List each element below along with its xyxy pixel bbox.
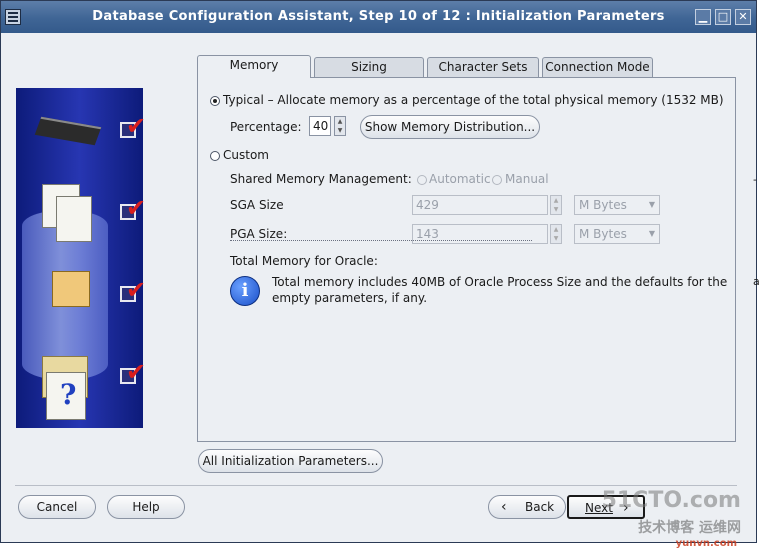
automatic-radio[interactable]: [417, 175, 427, 185]
checkmark-icon: ✔: [126, 358, 147, 386]
chevron-left-icon: ‹: [501, 499, 507, 515]
pga-unit-select[interactable]: M Bytes ▼: [574, 224, 660, 244]
dbca-window: Database Configuration Assistant, Step 1…: [0, 0, 759, 543]
sga-unit-select[interactable]: M Bytes ▼: [574, 195, 660, 215]
show-memory-distribution-button[interactable]: Show Memory Distribution...: [360, 115, 540, 139]
edge-text: -: [753, 173, 757, 186]
close-button[interactable]: ✕: [735, 9, 751, 25]
automatic-label: Automatic: [429, 172, 491, 186]
back-button-label: Back: [525, 500, 555, 514]
spinner-down-icon[interactable]: ▼: [551, 234, 561, 243]
spinner-up-icon[interactable]: ▲: [551, 196, 561, 205]
info-icon: i: [230, 276, 260, 306]
title-bar: Database Configuration Assistant, Step 1…: [1, 1, 756, 34]
custom-label: Custom: [223, 148, 269, 162]
shapes-icon: [52, 271, 90, 307]
back-button[interactable]: ‹ Back: [488, 495, 566, 519]
watermark-subtitle: 技术博客 运维网: [638, 520, 741, 536]
side-illustration: ? ✔ ✔ ✔ ✔: [16, 88, 147, 428]
edge-text: a: [753, 275, 759, 288]
checkmark-icon: ✔: [126, 112, 147, 140]
typical-label: Typical – Allocate memory as a percentag…: [223, 93, 724, 107]
manual-label: Manual: [505, 172, 549, 186]
sga-unit-value: M Bytes: [579, 198, 627, 212]
pga-spinner[interactable]: ▲ ▼: [550, 224, 562, 244]
sga-size-label: SGA Size: [230, 198, 284, 212]
tab-sizing[interactable]: Sizing: [314, 57, 424, 77]
tab-connection-mode[interactable]: Connection Mode: [542, 57, 653, 77]
separator: [230, 240, 532, 241]
pga-unit-value: M Bytes: [579, 227, 627, 241]
memory-chip-icon: [34, 116, 102, 146]
tab-character-sets[interactable]: Character Sets: [427, 57, 539, 77]
shared-memory-label: Shared Memory Management:: [230, 172, 412, 186]
window-title: Database Configuration Assistant, Step 1…: [92, 9, 665, 24]
custom-radio[interactable]: [210, 151, 220, 161]
sga-size-input[interactable]: 429: [412, 195, 548, 215]
checkmark-icon: ✔: [126, 276, 147, 304]
sga-spinner[interactable]: ▲ ▼: [550, 195, 562, 215]
manual-radio[interactable]: [492, 175, 502, 185]
info-text-line1: Total memory includes 40MB of Oracle Pro…: [272, 275, 728, 289]
info-text-line2: empty parameters, if any.: [272, 291, 428, 305]
watermark-url: yunvn.com: [675, 538, 737, 549]
cancel-button[interactable]: Cancel: [18, 495, 96, 519]
total-memory-label: Total Memory for Oracle:: [230, 254, 378, 268]
spinner-up-icon[interactable]: ▲: [335, 117, 345, 126]
tab-memory[interactable]: Memory: [197, 55, 311, 78]
content-area: ? ✔ ✔ ✔ ✔ Memory Sizing Character Sets C…: [1, 33, 759, 542]
spinner-down-icon[interactable]: ▼: [335, 126, 345, 135]
maximize-button[interactable]: □: [715, 9, 731, 25]
percentage-input[interactable]: 40: [309, 116, 331, 136]
percentage-spinner[interactable]: ▲ ▼: [334, 116, 346, 136]
checkmark-icon: ✔: [126, 194, 147, 222]
minimize-button[interactable]: ▁: [695, 9, 711, 25]
document-icon: [56, 196, 92, 242]
pga-size-input[interactable]: 143: [412, 224, 548, 244]
pga-size-label: PGA Size:: [230, 227, 288, 241]
help-button[interactable]: Help: [107, 495, 185, 519]
question-mark-icon: ?: [60, 378, 77, 411]
spinner-down-icon[interactable]: ▼: [551, 205, 561, 214]
chevron-down-icon: ▼: [648, 229, 655, 238]
typical-radio[interactable]: [210, 96, 220, 106]
spinner-up-icon[interactable]: ▲: [551, 225, 561, 234]
footer-divider: [15, 485, 737, 486]
watermark-logo: 51CTO.com: [601, 488, 741, 513]
chevron-down-icon: ▼: [648, 200, 655, 209]
all-init-params-button[interactable]: All Initialization Parameters...: [198, 449, 383, 473]
percentage-label: Percentage:: [230, 120, 302, 134]
memory-panel: Typical – Allocate memory as a percentag…: [197, 77, 736, 442]
